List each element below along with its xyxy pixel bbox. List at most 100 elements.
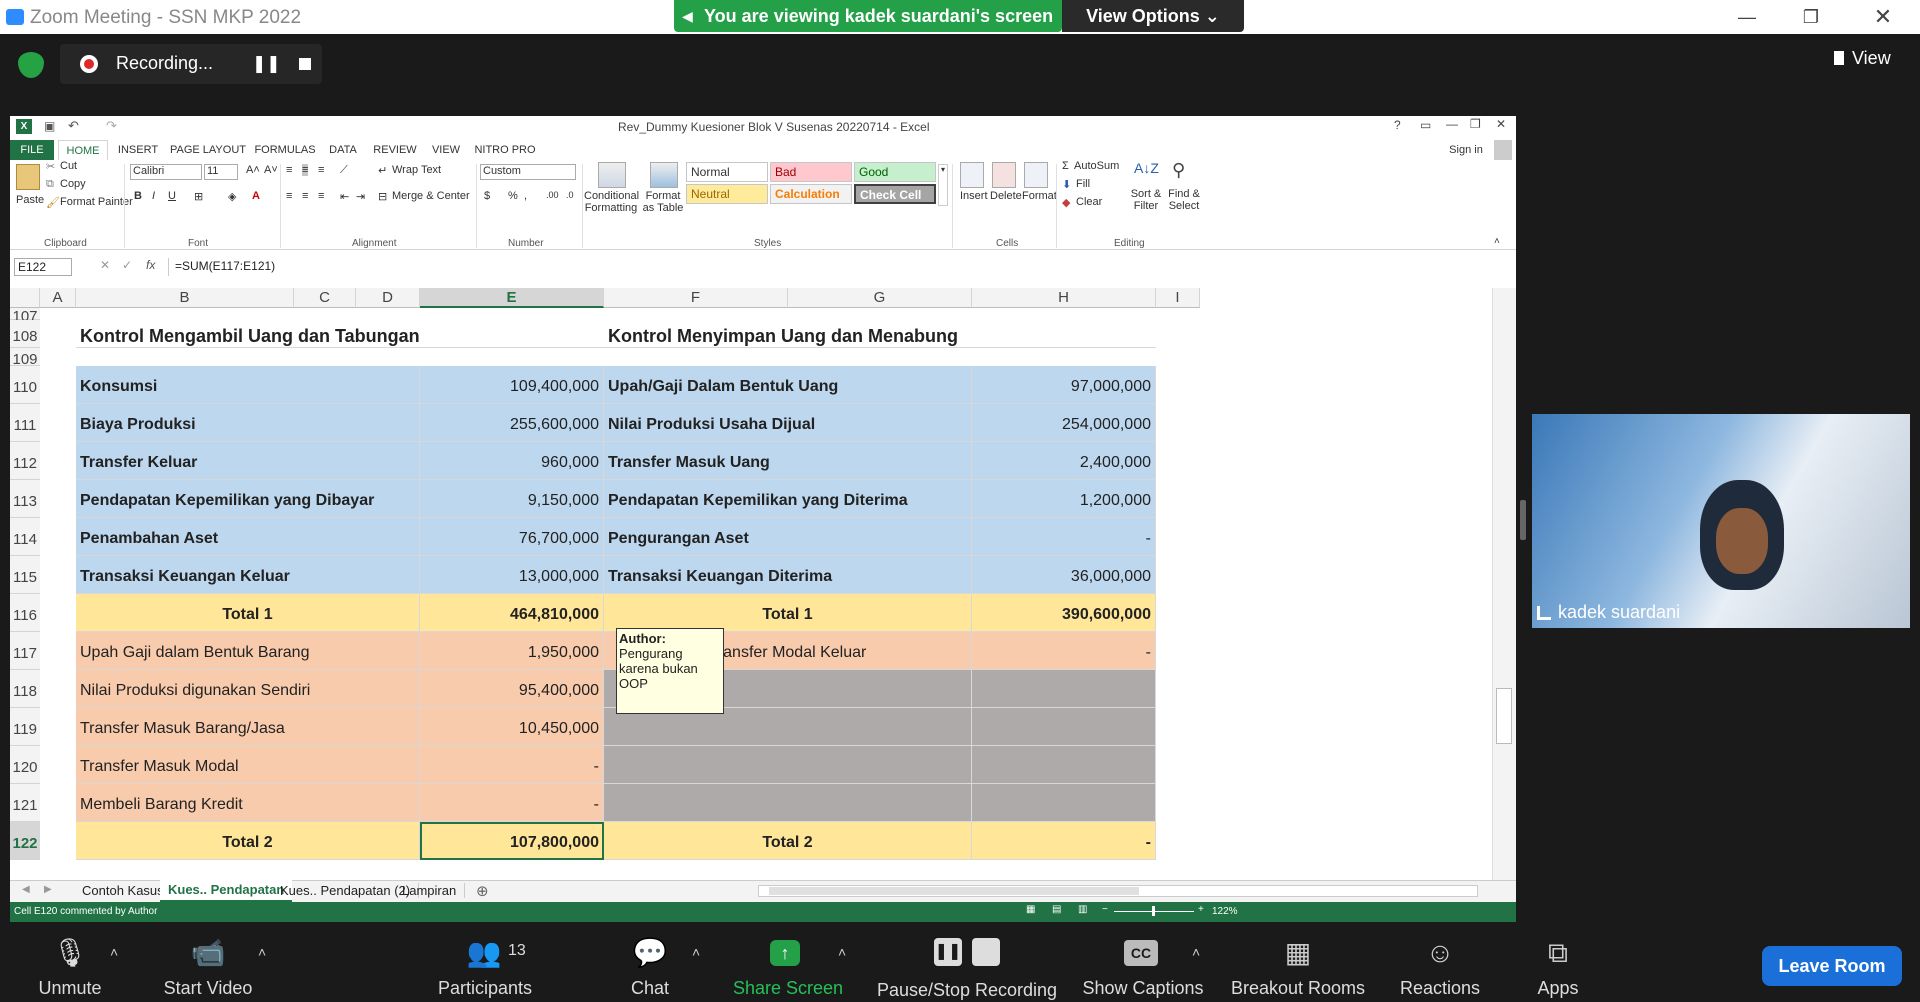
pause-stop-recording-button[interactable]: Pause/Stop Recording [870, 980, 1064, 1001]
style-normal[interactable]: Normal [686, 162, 768, 182]
captions-options-caret[interactable]: ˄ [1192, 944, 1200, 960]
pause-recording-icon[interactable]: ❚❚ [252, 50, 281, 78]
apps-button[interactable]: Apps [1528, 978, 1588, 999]
scroll-sheets-right-icon[interactable]: ▶ [44, 884, 52, 895]
left-item2-label[interactable]: Transfer Masuk Modal [76, 746, 420, 784]
excel-restore-icon[interactable]: ❐ [1470, 117, 1481, 131]
style-calculation[interactable]: Calculation [770, 184, 852, 204]
left-section-header[interactable]: Kontrol Mengambil Uang dan Tabungan [76, 320, 604, 348]
resize-handle[interactable] [1520, 500, 1526, 540]
right-item-label[interactable]: Transaksi Keuangan Diterima [604, 556, 972, 594]
right-item-value[interactable]: 1,200,000 [972, 480, 1156, 518]
apps-icon[interactable]: ⧉ [1536, 936, 1580, 970]
align-center-icon[interactable]: ≡ [302, 190, 308, 202]
chat-button[interactable]: Chat [620, 978, 680, 999]
muted-microphone-icon[interactable]: 🎙 [48, 936, 92, 970]
column-header-e[interactable]: E [420, 288, 604, 308]
formula-input[interactable]: =SUM(E117:E121) [168, 258, 1508, 276]
left-item-label[interactable]: Konsumsi [76, 366, 420, 404]
page-layout-view-icon[interactable]: ▤ [1052, 904, 1061, 915]
row-header-122[interactable]: 122 [10, 822, 40, 860]
row-header-118[interactable]: 118 [10, 670, 40, 708]
tab-file[interactable]: FILE [10, 140, 54, 160]
comma-icon[interactable]: , [524, 190, 527, 202]
right-item-label[interactable]: Transfer Masuk Uang [604, 442, 972, 480]
column-header-i[interactable]: I [1156, 288, 1200, 308]
italic-icon[interactable]: I [152, 190, 155, 202]
zoom-out-icon[interactable]: − [1102, 904, 1108, 915]
total1-left-value[interactable]: 464,810,000 [420, 594, 604, 632]
clear-button[interactable]: Clear [1076, 196, 1102, 208]
fill-color-icon[interactable]: ◈ [228, 190, 236, 203]
ribbon-display-icon[interactable]: ▭ [1420, 118, 1431, 132]
tab-nitro-pro[interactable]: NITRO PRO [468, 140, 542, 160]
scroll-sheets-left-icon[interactable]: ◀ [22, 884, 30, 895]
sheet-tab-contoh-kasus[interactable]: Contoh Kasus [74, 883, 173, 898]
left-item2-label[interactable]: Nilai Produksi digunakan Sendiri [76, 670, 420, 708]
cancel-formula-icon[interactable]: ✕ [100, 258, 110, 272]
security-shield-icon[interactable] [18, 52, 44, 78]
right-item-label[interactable]: Upah/Gaji Dalam Bentuk Uang [604, 366, 972, 404]
show-captions-button[interactable]: Show Captions [1080, 978, 1206, 999]
chat-icon[interactable]: 💬 [628, 936, 672, 970]
help-icon[interactable]: ? [1394, 118, 1401, 132]
left-item2-label[interactable]: Membeli Barang Kredit [76, 784, 420, 822]
align-middle-icon[interactable]: ≡ [302, 164, 309, 176]
collapse-ribbon-icon[interactable]: ˄ [1494, 236, 1500, 247]
total2-left-label[interactable]: Total 2 [76, 822, 420, 860]
tab-review[interactable]: REVIEW [366, 140, 424, 160]
align-right-icon[interactable]: ≡ [318, 190, 324, 202]
merge-center-button[interactable]: Merge & Center [392, 190, 470, 202]
right-item2-value[interactable]: - [972, 632, 1156, 670]
close-icon[interactable]: ✕ [1856, 0, 1910, 34]
currency-icon[interactable]: $ [484, 190, 490, 202]
row-header-115[interactable]: 115 [10, 556, 40, 594]
right-item-value[interactable]: 2,400,000 [972, 442, 1156, 480]
delete-button[interactable]: Delete [990, 190, 1022, 202]
vertical-scroll-thumb[interactable] [1496, 688, 1512, 744]
wrap-text-button[interactable]: Wrap Text [392, 164, 441, 176]
undo-icon[interactable]: ↶ [68, 118, 79, 134]
video-off-icon[interactable]: 📹 [186, 936, 230, 970]
row-header-111[interactable]: 111 [10, 404, 40, 442]
left-item2-value[interactable]: 10,450,000 [420, 708, 604, 746]
gray-cell[interactable] [972, 670, 1156, 708]
excel-minimize-icon[interactable]: — [1446, 117, 1458, 131]
insert-button[interactable]: Insert [960, 190, 988, 202]
zoom-level[interactable]: 122% [1212, 906, 1238, 917]
column-header-h[interactable]: H [972, 288, 1156, 308]
left-item2-value[interactable]: - [420, 746, 604, 784]
column-header-f[interactable]: F [604, 288, 788, 308]
left-item-label[interactable]: Transaksi Keuangan Keluar [76, 556, 420, 594]
horizontal-scrollbar[interactable] [758, 885, 1478, 897]
left-item-value[interactable]: 255,600,000 [420, 404, 604, 442]
column-header-g[interactable]: G [788, 288, 972, 308]
style-check-cell[interactable]: Check Cell [854, 184, 936, 204]
tab-view[interactable]: VIEW [424, 140, 468, 160]
row-header-117[interactable]: 117 [10, 632, 40, 670]
format-button[interactable]: Format [1022, 190, 1057, 202]
excel-close-icon[interactable]: ✕ [1496, 117, 1506, 131]
row-header-110[interactable]: 110 [10, 366, 40, 404]
row-header-119[interactable]: 119 [10, 708, 40, 746]
page-break-view-icon[interactable]: ▥ [1078, 904, 1087, 915]
reactions-icon[interactable]: ☺ [1418, 936, 1462, 970]
gray-cell[interactable] [604, 784, 972, 822]
cut-button[interactable]: Cut [60, 160, 77, 172]
gray-cell[interactable] [972, 708, 1156, 746]
column-header-d[interactable]: D [356, 288, 420, 308]
gray-cell[interactable] [972, 746, 1156, 784]
view-button[interactable]: View [1852, 48, 1891, 69]
sort-filter-button[interactable]: Sort & Filter [1128, 188, 1164, 212]
pause-recording-toolbar-icon[interactable]: ❚❚ [934, 938, 962, 966]
vertical-scrollbar[interactable] [1492, 288, 1516, 880]
percent-icon[interactable]: % [508, 190, 518, 202]
insert-function-icon[interactable]: fx [146, 258, 155, 272]
left-item2-value[interactable]: 95,400,000 [420, 670, 604, 708]
share-options-caret[interactable]: ˄ [838, 944, 846, 960]
left-item2-label[interactable]: Transfer Masuk Barang/Jasa [76, 708, 420, 746]
left-item-label[interactable]: Pendapatan Kepemilikan yang Dibayar [76, 480, 420, 518]
style-bad[interactable]: Bad [770, 162, 852, 182]
leave-room-button[interactable]: Leave Room [1762, 946, 1902, 986]
restore-icon[interactable]: ❐ [1784, 0, 1838, 34]
